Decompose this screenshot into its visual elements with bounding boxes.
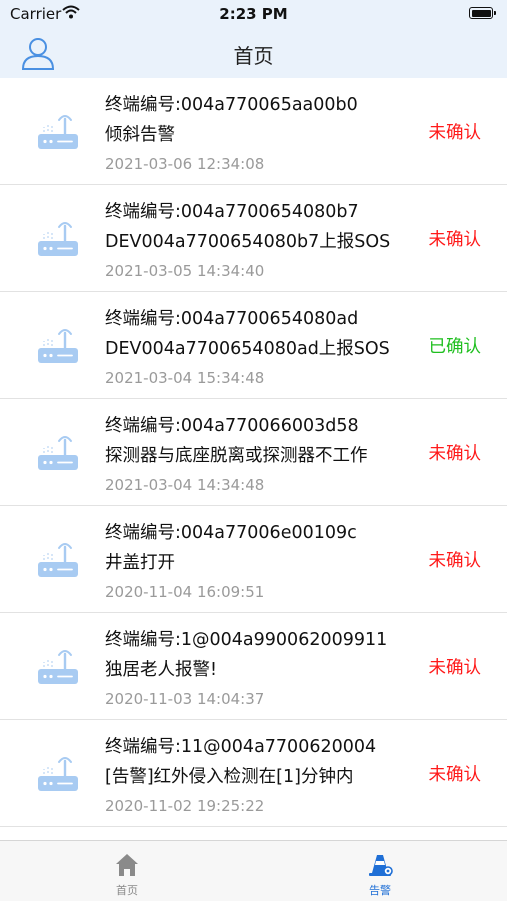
- alarm-message: [告警]红外侵入检测在[1]分钟内: [105, 767, 354, 787]
- confirm-status: 未确认: [428, 765, 482, 785]
- alarm-timestamp: 2021-03-05 14:34:40: [105, 262, 265, 280]
- alarm-timestamp: 2021-03-04 14:34:48: [105, 476, 265, 494]
- tab-alarm-label: 告警: [369, 884, 391, 897]
- tab-alarm[interactable]: 告警: [320, 841, 440, 901]
- alarm-list: 终端编号:004a770065aa00b0 倾斜告警 2021-03-06 12…: [0, 78, 507, 827]
- home-icon: [116, 854, 138, 876]
- nav-bar: 首页: [0, 28, 507, 78]
- tab-bar: 首页 告警: [0, 840, 507, 901]
- page-title: 首页: [233, 44, 274, 68]
- alarm-row[interactable]: 终端编号:004a7700654080ad DEV004a7700654080a…: [0, 292, 507, 399]
- confirm-status: 未确认: [428, 444, 482, 464]
- alarm-timestamp: 2021-03-04 15:34:48: [105, 369, 265, 387]
- terminal-id: 终端编号:004a770065aa00b0: [105, 95, 358, 115]
- alarm-row[interactable]: 终端编号:004a7700654080b7 DEV004a7700654080b…: [0, 185, 507, 292]
- terminal-id: 终端编号:004a77006e00109c: [105, 523, 357, 543]
- alarm-message: DEV004a7700654080b7上报SOS: [105, 232, 391, 252]
- alarm-row[interactable]: 终端编号:004a770065aa00b0 倾斜告警 2021-03-06 12…: [0, 78, 507, 185]
- router-device-icon: [38, 222, 78, 256]
- alarm-timestamp: 2021-03-06 12:34:08: [105, 155, 265, 173]
- terminal-id: 终端编号:11@004a7700620004: [105, 737, 377, 757]
- router-device-icon: [38, 115, 78, 149]
- alarm-message: 倾斜告警: [105, 125, 175, 145]
- router-device-icon: [38, 329, 78, 363]
- alarm-timestamp: 2020-11-04 16:09:51: [105, 583, 265, 601]
- router-device-icon: [38, 650, 78, 684]
- confirm-status: 未确认: [428, 123, 482, 143]
- alarm-timestamp: 2020-11-03 14:04:37: [105, 690, 265, 708]
- tab-home[interactable]: 首页: [67, 841, 187, 901]
- terminal-id: 终端编号:004a7700654080ad: [105, 309, 359, 329]
- router-device-icon: [38, 436, 78, 470]
- alarm-row[interactable]: 终端编号:11@004a7700620004 [告警]红外侵入检测在[1]分钟内…: [0, 720, 507, 827]
- alarm-row[interactable]: 终端编号:004a77006e00109c 井盖打开 2020-11-04 16…: [0, 506, 507, 613]
- alarm-message: 独居老人报警!: [105, 660, 218, 680]
- terminal-id: 终端编号:1@004a990062009911: [105, 630, 388, 650]
- clock: 2:23 PM: [219, 5, 288, 23]
- tab-home-label: 首页: [116, 884, 138, 897]
- alarm-message: DEV004a7700654080ad上报SOS: [105, 339, 390, 359]
- confirm-status: 未确认: [428, 551, 482, 571]
- alarm-message: 探测器与底座脱离或探测器不工作: [105, 446, 368, 466]
- router-device-icon: [38, 543, 78, 577]
- alarm-timestamp: 2020-11-02 19:25:22: [105, 797, 265, 815]
- terminal-id: 终端编号:004a770066003d58: [105, 416, 359, 436]
- router-device-icon: [38, 757, 78, 791]
- status-bar: Carrier 2:23 PM: [0, 0, 507, 28]
- terminal-id: 终端编号:004a7700654080b7: [105, 202, 359, 222]
- alarm-cone-icon: [369, 855, 393, 876]
- confirm-status: 未确认: [428, 230, 482, 250]
- alarm-row[interactable]: 终端编号:004a770066003d58 探测器与底座脱离或探测器不工作 20…: [0, 399, 507, 506]
- confirm-status: 已确认: [428, 337, 482, 357]
- battery-icon: [469, 7, 496, 19]
- alarm-row[interactable]: 终端编号:1@004a990062009911 独居老人报警! 2020-11-…: [0, 613, 507, 720]
- alarm-message: 井盖打开: [105, 553, 175, 573]
- confirm-status: 未确认: [428, 658, 482, 678]
